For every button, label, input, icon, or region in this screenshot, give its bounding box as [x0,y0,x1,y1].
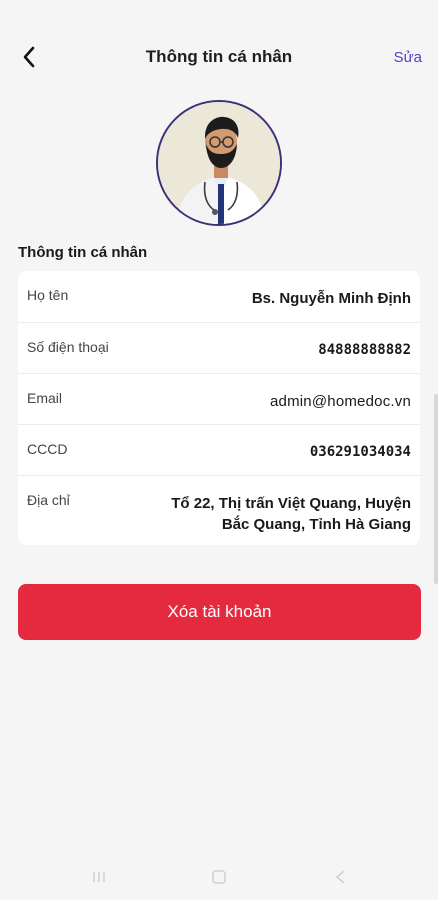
scroll-indicator[interactable] [434,394,438,584]
profile-screen: Thông tin cá nhân Sửa Thông tin cá nhân … [0,0,438,900]
recent-apps-icon [93,872,105,882]
section-title: Thông tin cá nhân [18,244,148,261]
info-value: Tổ 22, Thị trấn Việt Quang, Huyện Bắc Qu… [171,495,411,533]
info-label: Địa chỉ [27,492,70,508]
info-label: Số điện thoại [27,339,109,355]
delete-account-button[interactable]: Xóa tài khoản [18,584,421,640]
info-label: Họ tên [27,287,69,303]
system-back-button[interactable] [330,866,352,888]
info-value: 036291034034 [309,444,411,460]
home-icon [212,870,226,884]
home-button[interactable] [208,866,230,888]
edit-button[interactable]: Sửa [394,49,422,66]
avatar [156,100,282,226]
info-value: Bs. Nguyễn Minh Định [251,290,411,307]
recent-apps-button[interactable] [88,866,110,888]
info-row-name: Họ tên Bs. Nguyễn Minh Định [18,271,420,323]
page-title: Thông tin cá nhân [145,47,293,66]
app-header: Thông tin cá nhân Sửa [0,34,438,82]
back-triangle-icon [336,870,345,884]
info-value: admin@homedoc.vn [270,393,411,410]
info-row-id: CCCD 036291034034 [18,425,420,476]
info-row-email: Email admin@homedoc.vn [18,374,420,425]
doctor-avatar-illustration [158,102,280,224]
info-row-phone: Số điện thoại 84888888882 [18,323,420,374]
info-value: 84888888882 [318,342,411,358]
info-card: Họ tên Bs. Nguyễn Minh Định Số điện thoạ… [18,271,420,545]
info-label: Email [27,390,63,406]
info-row-address: Địa chỉ Tổ 22, Thị trấn Việt Quang, Huyệ… [18,476,420,545]
info-label: CCCD [27,441,68,457]
system-nav-bar [0,854,438,900]
